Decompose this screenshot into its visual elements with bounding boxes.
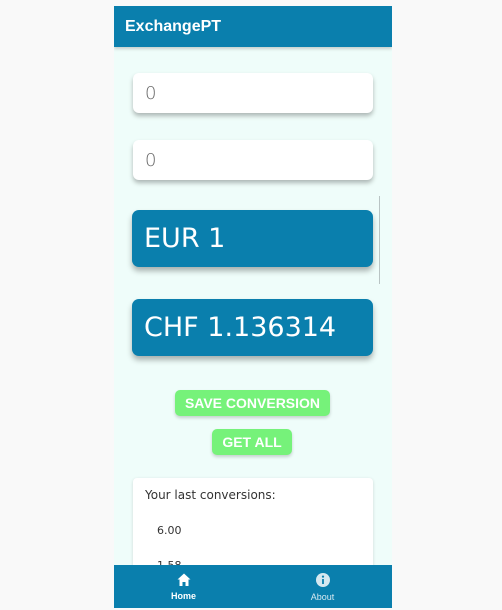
history-heading: Your last conversions: — [145, 488, 276, 502]
list-item[interactable]: 6.00 — [157, 524, 182, 537]
to-currency-button[interactable]: CHF 1.136314 — [132, 299, 373, 356]
from-currency-button[interactable]: EUR 1 — [132, 210, 373, 267]
bottom-navigation: Home About — [114, 565, 392, 608]
app-title: ExchangePT — [125, 18, 222, 35]
amount-input-1[interactable] — [133, 73, 373, 113]
save-conversion-button[interactable]: SAVE CONVERSION — [175, 390, 330, 416]
amount-input-card-2 — [133, 140, 373, 180]
app-bar: ExchangePT — [114, 6, 392, 47]
info-icon — [316, 573, 330, 587]
nav-home-label: Home — [170, 591, 196, 601]
nav-about[interactable]: About — [253, 565, 392, 608]
home-icon — [177, 573, 191, 586]
get-all-button[interactable]: GET ALL — [212, 429, 292, 455]
amount-input-card-1 — [133, 73, 373, 113]
app-screen: ExchangePT EUR 1 CHF 1.136314 SAVE CONVE… — [114, 6, 392, 608]
amount-input-2[interactable] — [133, 140, 373, 180]
nav-about-label: About — [310, 592, 335, 602]
nav-home[interactable]: Home — [114, 565, 253, 608]
scroll-indicator — [379, 196, 380, 284]
